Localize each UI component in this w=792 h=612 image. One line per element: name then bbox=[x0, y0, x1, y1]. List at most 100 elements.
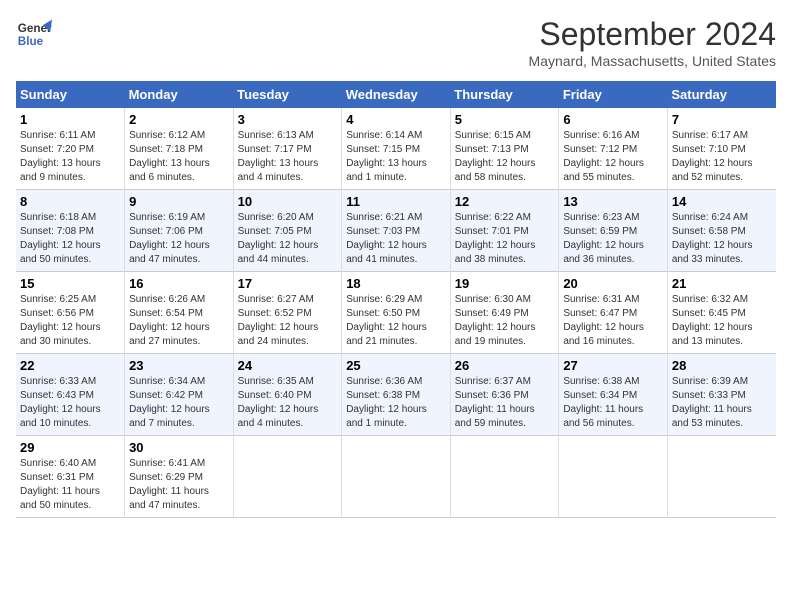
header-cell-friday: Friday bbox=[559, 81, 668, 108]
week-row-4: 22 Sunrise: 6:33 AM Sunset: 6:43 PM Dayli… bbox=[16, 354, 776, 436]
week-row-3: 15Sunrise: 6:25 AM Sunset: 6:56 PM Dayli… bbox=[16, 272, 776, 354]
day-number: 1 bbox=[20, 112, 120, 127]
day-info: Sunrise: 6:40 AM Sunset: 6:31 PM Dayligh… bbox=[20, 457, 120, 513]
logo: General Blue bbox=[16, 16, 52, 52]
day-info: Sunrise: 6:15 AM Sunset: 7:13 PM Dayligh… bbox=[455, 129, 555, 185]
day-number: 28 bbox=[672, 358, 772, 373]
day-number: 11 bbox=[346, 194, 446, 209]
day-cell bbox=[667, 436, 776, 518]
day-cell: 30 Sunrise: 6:41 AM Sunset: 6:29 PM Dayli… bbox=[125, 436, 234, 518]
day-info: Sunrise: 6:12 AM Sunset: 7:18 PM Dayligh… bbox=[129, 129, 229, 185]
day-cell: 25 Sunrise: 6:36 AM Sunset: 6:38 PM Dayli… bbox=[342, 354, 451, 436]
day-number: 27 bbox=[563, 358, 663, 373]
day-cell: 16 Sunrise: 6:26 AM Sunset: 6:54 PM Dayli… bbox=[125, 272, 234, 354]
day-number: 18 bbox=[346, 276, 446, 291]
day-info: Sunrise: 6:32 AM Sunset: 6:45 PM Dayligh… bbox=[672, 293, 772, 349]
day-number: 12 bbox=[455, 194, 555, 209]
day-number: 16 bbox=[129, 276, 229, 291]
day-cell: 7 Sunrise: 6:17 AM Sunset: 7:10 PM Daylig… bbox=[667, 108, 776, 190]
day-cell: 14 Sunrise: 6:24 AM Sunset: 6:58 PM Dayli… bbox=[667, 190, 776, 272]
day-number: 4 bbox=[346, 112, 446, 127]
header: General Blue September 2024 Maynard, Mas… bbox=[16, 16, 776, 69]
day-cell bbox=[450, 436, 559, 518]
week-row-5: 29Sunrise: 6:40 AM Sunset: 6:31 PM Dayli… bbox=[16, 436, 776, 518]
day-cell: 10Sunrise: 6:20 AM Sunset: 7:05 PM Dayli… bbox=[233, 190, 342, 272]
day-cell: 29Sunrise: 6:40 AM Sunset: 6:31 PM Dayli… bbox=[16, 436, 125, 518]
title-block: September 2024 Maynard, Massachusetts, U… bbox=[529, 16, 776, 69]
header-cell-sunday: Sunday bbox=[16, 81, 125, 108]
day-cell: 9 Sunrise: 6:19 AM Sunset: 7:06 PM Daylig… bbox=[125, 190, 234, 272]
day-info: Sunrise: 6:41 AM Sunset: 6:29 PM Dayligh… bbox=[129, 457, 229, 513]
day-number: 5 bbox=[455, 112, 555, 127]
svg-text:Blue: Blue bbox=[18, 35, 44, 48]
day-number: 3 bbox=[238, 112, 338, 127]
day-number: 19 bbox=[455, 276, 555, 291]
day-cell: 3 Sunrise: 6:13 AM Sunset: 7:17 PM Daylig… bbox=[233, 108, 342, 190]
day-number: 8 bbox=[20, 194, 120, 209]
day-cell: 1 Sunrise: 6:11 AM Sunset: 7:20 PM Daylig… bbox=[16, 108, 125, 190]
day-number: 2 bbox=[129, 112, 229, 127]
location: Maynard, Massachusetts, United States bbox=[529, 53, 776, 69]
day-info: Sunrise: 6:29 AM Sunset: 6:50 PM Dayligh… bbox=[346, 293, 446, 349]
day-cell: 19 Sunrise: 6:30 AM Sunset: 6:49 PM Dayli… bbox=[450, 272, 559, 354]
header-row: SundayMondayTuesdayWednesdayThursdayFrid… bbox=[16, 81, 776, 108]
day-info: Sunrise: 6:37 AM Sunset: 6:36 PM Dayligh… bbox=[455, 375, 555, 431]
day-number: 22 bbox=[20, 358, 120, 373]
day-number: 25 bbox=[346, 358, 446, 373]
calendar-table: SundayMondayTuesdayWednesdayThursdayFrid… bbox=[16, 81, 776, 518]
day-info: Sunrise: 6:33 AM Sunset: 6:43 PM Dayligh… bbox=[20, 375, 120, 431]
day-info: Sunrise: 6:11 AM Sunset: 7:20 PM Dayligh… bbox=[20, 129, 120, 185]
day-number: 20 bbox=[563, 276, 663, 291]
day-info: Sunrise: 6:24 AM Sunset: 6:58 PM Dayligh… bbox=[672, 211, 772, 267]
day-cell: 2 Sunrise: 6:12 AM Sunset: 7:18 PM Daylig… bbox=[125, 108, 234, 190]
day-cell: 18 Sunrise: 6:29 AM Sunset: 6:50 PM Dayli… bbox=[342, 272, 451, 354]
day-cell: 27 Sunrise: 6:38 AM Sunset: 6:34 PM Dayli… bbox=[559, 354, 668, 436]
day-number: 17 bbox=[238, 276, 338, 291]
day-info: Sunrise: 6:22 AM Sunset: 7:01 PM Dayligh… bbox=[455, 211, 555, 267]
day-cell: 6 Sunrise: 6:16 AM Sunset: 7:12 PM Daylig… bbox=[559, 108, 668, 190]
day-cell: 26 Sunrise: 6:37 AM Sunset: 6:36 PM Dayli… bbox=[450, 354, 559, 436]
day-number: 7 bbox=[672, 112, 772, 127]
day-number: 30 bbox=[129, 440, 229, 455]
day-cell: 12 Sunrise: 6:22 AM Sunset: 7:01 PM Dayli… bbox=[450, 190, 559, 272]
day-cell bbox=[233, 436, 342, 518]
day-info: Sunrise: 6:21 AM Sunset: 7:03 PM Dayligh… bbox=[346, 211, 446, 267]
general-blue-logo-icon: General Blue bbox=[16, 16, 52, 52]
day-cell: 24Sunrise: 6:35 AM Sunset: 6:40 PM Dayli… bbox=[233, 354, 342, 436]
day-info: Sunrise: 6:16 AM Sunset: 7:12 PM Dayligh… bbox=[563, 129, 663, 185]
day-number: 24 bbox=[238, 358, 338, 373]
day-cell: 20 Sunrise: 6:31 AM Sunset: 6:47 PM Dayli… bbox=[559, 272, 668, 354]
day-number: 13 bbox=[563, 194, 663, 209]
day-info: Sunrise: 6:18 AM Sunset: 7:08 PM Dayligh… bbox=[20, 211, 120, 267]
day-cell bbox=[342, 436, 451, 518]
header-cell-thursday: Thursday bbox=[450, 81, 559, 108]
day-number: 21 bbox=[672, 276, 772, 291]
day-cell: 23 Sunrise: 6:34 AM Sunset: 6:42 PM Dayli… bbox=[125, 354, 234, 436]
day-info: Sunrise: 6:19 AM Sunset: 7:06 PM Dayligh… bbox=[129, 211, 229, 267]
day-info: Sunrise: 6:26 AM Sunset: 6:54 PM Dayligh… bbox=[129, 293, 229, 349]
day-cell: 22 Sunrise: 6:33 AM Sunset: 6:43 PM Dayli… bbox=[16, 354, 125, 436]
day-info: Sunrise: 6:23 AM Sunset: 6:59 PM Dayligh… bbox=[563, 211, 663, 267]
day-info: Sunrise: 6:14 AM Sunset: 7:15 PM Dayligh… bbox=[346, 129, 446, 185]
header-cell-tuesday: Tuesday bbox=[233, 81, 342, 108]
header-cell-saturday: Saturday bbox=[667, 81, 776, 108]
day-info: Sunrise: 6:13 AM Sunset: 7:17 PM Dayligh… bbox=[238, 129, 338, 185]
day-info: Sunrise: 6:34 AM Sunset: 6:42 PM Dayligh… bbox=[129, 375, 229, 431]
day-number: 14 bbox=[672, 194, 772, 209]
day-number: 26 bbox=[455, 358, 555, 373]
day-info: Sunrise: 6:36 AM Sunset: 6:38 PM Dayligh… bbox=[346, 375, 446, 431]
day-number: 9 bbox=[129, 194, 229, 209]
day-info: Sunrise: 6:30 AM Sunset: 6:49 PM Dayligh… bbox=[455, 293, 555, 349]
day-cell bbox=[559, 436, 668, 518]
day-info: Sunrise: 6:38 AM Sunset: 6:34 PM Dayligh… bbox=[563, 375, 663, 431]
day-number: 15 bbox=[20, 276, 120, 291]
day-info: Sunrise: 6:31 AM Sunset: 6:47 PM Dayligh… bbox=[563, 293, 663, 349]
day-info: Sunrise: 6:27 AM Sunset: 6:52 PM Dayligh… bbox=[238, 293, 338, 349]
day-number: 6 bbox=[563, 112, 663, 127]
day-cell: 5 Sunrise: 6:15 AM Sunset: 7:13 PM Daylig… bbox=[450, 108, 559, 190]
week-row-2: 8 Sunrise: 6:18 AM Sunset: 7:08 PM Daylig… bbox=[16, 190, 776, 272]
day-number: 23 bbox=[129, 358, 229, 373]
day-info: Sunrise: 6:17 AM Sunset: 7:10 PM Dayligh… bbox=[672, 129, 772, 185]
day-cell: 13 Sunrise: 6:23 AM Sunset: 6:59 PM Dayli… bbox=[559, 190, 668, 272]
day-number: 10 bbox=[238, 194, 338, 209]
